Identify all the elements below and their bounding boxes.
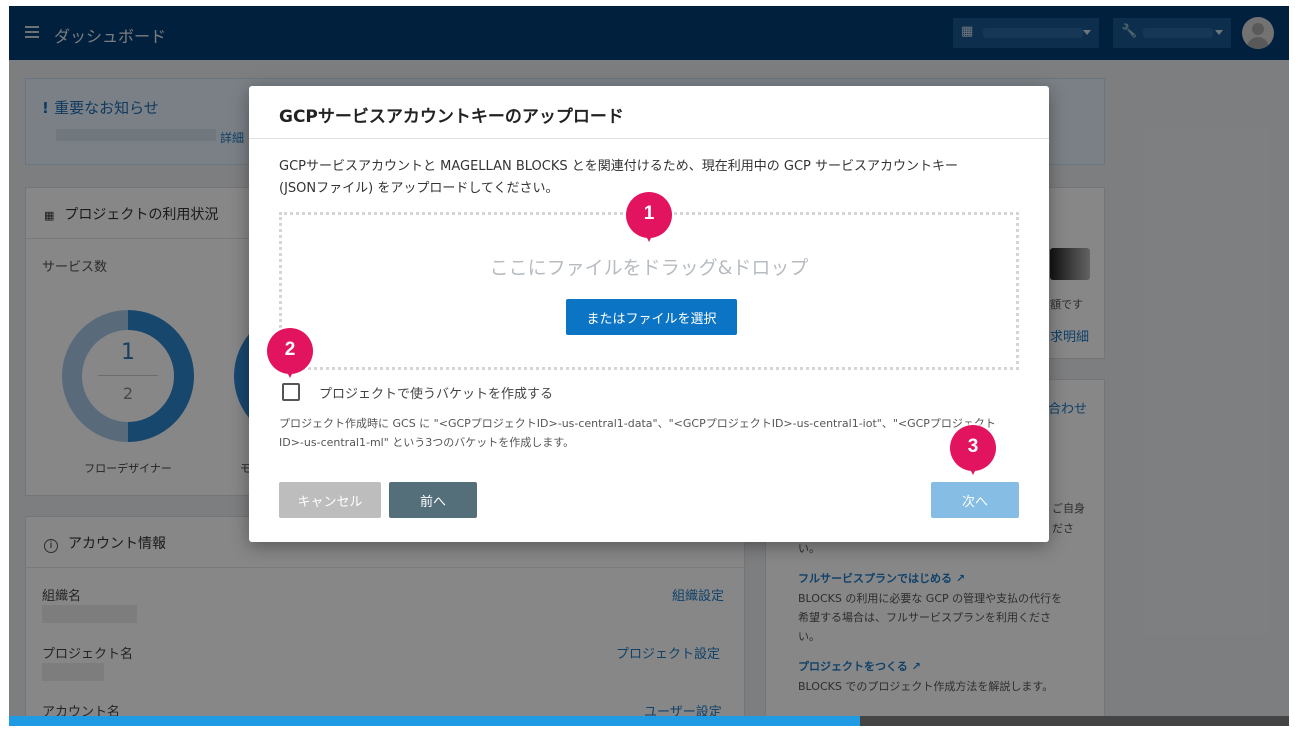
create-bucket-checkbox-label[interactable]: プロジェクトで使うバケットを作成する (319, 383, 553, 402)
callout-2-marker: 2 (267, 328, 313, 384)
page-progress-bar (9, 716, 1289, 726)
callout-number: 2 (284, 339, 296, 360)
create-bucket-checkbox[interactable] (282, 383, 300, 401)
bucket-note-line: ID>-us-central1-ml" という3つのバケットを作成します。 (279, 436, 575, 449)
modal-title: GCPサービスアカウントキーのアップロード (279, 107, 624, 127)
callout-number: 1 (643, 203, 655, 224)
cancel-button[interactable]: キャンセル (279, 482, 381, 518)
modal-description-line: GCPサービスアカウントと MAGELLAN BLOCKS とを関連付けるため、… (279, 159, 958, 174)
next-button[interactable]: 次へ (931, 482, 1019, 518)
callout-3-marker: 3 (950, 425, 996, 481)
choose-file-button[interactable]: またはファイルを選択 (566, 299, 737, 335)
bucket-note-line: プロジェクト作成時に GCS に "<GCPプロジェクトID>-us-centr… (279, 417, 996, 430)
page-progress-fill (9, 716, 861, 726)
app-window: ダッシュボード ▦ 🔧 ! 重要なお知らせ 詳細 ▦ プロジェクトの利用状況 サー… (9, 6, 1289, 726)
upload-key-modal: GCPサービスアカウントキーのアップロード GCPサービスアカウントと MAGE… (249, 86, 1049, 542)
dropzone-text: ここにファイルをドラッグ&ドロップ (489, 257, 809, 279)
callout-number: 3 (967, 436, 979, 457)
bucket-note: プロジェクト作成時に GCS に "<GCPプロジェクトID>-us-centr… (279, 414, 1019, 452)
callout-1-marker: 1 (626, 192, 672, 248)
back-button[interactable]: 前へ (389, 482, 477, 518)
